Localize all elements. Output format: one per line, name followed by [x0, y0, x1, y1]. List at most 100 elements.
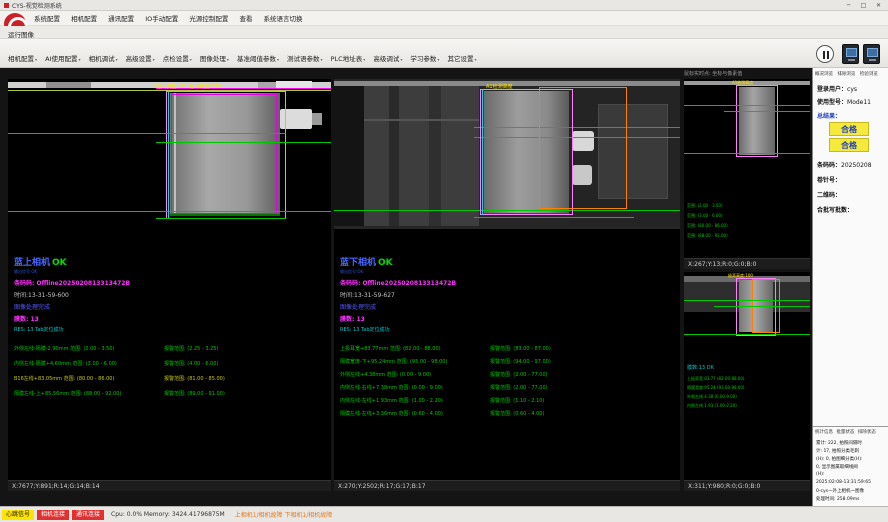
camera-view-bottom[interactable]: A1检测高度 蓝下相机OK 输出信号:OK 条码码: Offline202502… — [334, 79, 680, 491]
camera-result-block: 蓝上相机OK 输出信号:OK 条码码: Offline2025020813313… — [14, 255, 329, 405]
toolbar-item-spot-check[interactable]: 点检设置 — [163, 55, 192, 63]
menu-item-language-switch[interactable]: 系统语言切换 — [264, 15, 303, 23]
stats-tab-statistics[interactable]: 统计信息 — [815, 430, 833, 435]
login-user-label: 登录用户： — [817, 86, 847, 93]
alarm-range: 报警范围: (2.25 - 3.25) — [164, 345, 218, 352]
app-icon — [4, 3, 9, 8]
measurement-row: 隔膜左线-上+85.56mm 范围: (88.00 - 92.00)报警范围: … — [14, 390, 329, 397]
cpu-memory-readout: Cpu: 0.0% Memory: 3424.41796875M — [111, 511, 225, 518]
roi-box-pink — [736, 85, 778, 157]
machinery-stripe — [429, 86, 441, 226]
toolbar: 相机配置 AI使用配置 相机调试 高级设置 点检设置 图像处理 基准阈值参数 测… — [0, 39, 888, 68]
menu-bar: 系统配置 相机配置 通讯配置 IO手动配置 光源控制配置 查看 系统语言切换 — [0, 11, 888, 26]
result-badge-1: 合格 — [829, 122, 869, 136]
camera-view-top[interactable]: N极耳高度: 93. 极耳高度:100 蓝上相机OK 输出信号:OK 条码码: … — [8, 79, 331, 491]
toolbar-item-ai-config[interactable]: AI使用配置 — [45, 55, 80, 63]
model-label: 使用型号： — [817, 99, 847, 106]
measurement-value: 内侧左线-左线+1.93mm 范围: (1.00 - 2.20) — [340, 397, 490, 404]
stats-tab-batch-status[interactable]: 批量状态 — [836, 430, 854, 435]
measure-line: 隔膜宽度 95.24 (93.00-98.00) — [687, 385, 744, 391]
toolbar-item-camera-config[interactable]: 相机配置 — [8, 55, 37, 63]
measure-line: 范围: (2.00 - 3.50) — [687, 203, 723, 209]
panel-tab-exclude[interactable]: 排除浏览 — [837, 72, 855, 77]
toolbar-item-advanced-settings[interactable]: 高级设置 — [126, 55, 155, 63]
camera-connection-badge: 相机连接 — [37, 510, 69, 520]
connector-tip — [312, 113, 322, 125]
menu-item-light-control[interactable]: 光源控制配置 — [189, 15, 228, 23]
barcode-value: 20250208 — [841, 162, 872, 169]
measurement-value: B16左线+83.05mm 范围: (80.00 - 86.00) — [14, 375, 164, 382]
stat-line: 累计: 222, 拍照间隔时 — [816, 440, 862, 446]
login-user-value: cys — [847, 86, 857, 93]
measurement-value: 隔膜左线-上+85.56mm 范围: (88.00 - 92.00) — [14, 390, 164, 397]
tab-row: 运行图像 — [0, 26, 888, 39]
menu-item-camera-config[interactable]: 相机配置 — [71, 15, 97, 23]
maximize-button[interactable]: □ — [856, 0, 871, 11]
total-result-label: 总结果： — [817, 111, 841, 120]
panel-tab-inspect[interactable]: 检验浏览 — [860, 72, 878, 77]
overlay-line-cyan — [482, 89, 483, 215]
barcode-line: 条码码: Offline2025020813313472B — [340, 278, 678, 287]
measurement-row: 内侧左线-左线+1.93mm 范围: (1.00 - 2.20)报警范围: (1… — [340, 397, 678, 404]
toolbar-item-baseline-threshold[interactable]: 基准阈值参数 — [237, 55, 279, 63]
image-dark-band — [334, 86, 364, 226]
menu-item-io-manual[interactable]: IO手动配置 — [145, 15, 178, 23]
batch-write-label: 合批写批数： — [817, 205, 853, 214]
stats-tab-exclude-status[interactable]: 排除状态 — [858, 430, 876, 435]
overlay-line-green — [8, 211, 331, 212]
alarm-range: 报警范围: (2.00 - 77.00) — [490, 371, 548, 378]
tab-run-image[interactable]: 运行图像 — [8, 29, 34, 39]
heartbeat-badge: 心跳信号 — [2, 510, 34, 520]
toolbar-item-plc-address[interactable]: PLC地址表 — [331, 55, 366, 63]
mouse-coords-readout: X:267;Y:13;R:0;G:0;B:0 — [684, 258, 810, 269]
pause-button[interactable] — [816, 45, 834, 63]
alarm-range: 报警范围: (94.00 - 97.00) — [490, 358, 551, 365]
minimize-button[interactable]: ─ — [841, 0, 856, 11]
toolbar-item-test-params[interactable]: 测试语参数 — [287, 55, 323, 63]
overlay-line-green — [474, 217, 634, 218]
camera-1-icon[interactable] — [842, 44, 859, 64]
toolbar-item-camera-debug[interactable]: 相机调试 — [89, 55, 118, 63]
result-badge-2: 合格 — [829, 138, 869, 152]
toolbar-item-image-processing[interactable]: 图像处理 — [200, 55, 229, 63]
film-count-line: 膜数: 13 — [340, 314, 678, 323]
thumbnail-view-top[interactable]: A1检测高度 范围: (2.00 - 3.50) 范围: (3.00 - 6.0… — [684, 79, 810, 269]
menu-item-view[interactable]: 查看 — [239, 15, 252, 23]
measurement-row: 内侧左线-隔膜+4.60mm 范围: (3.00 - 6.00)报警范围: (4… — [14, 360, 329, 367]
model-row: 使用型号：Mode11 — [817, 97, 871, 106]
measurement-value: 外侧左线+4.38mm 范围: (0.00 - 9.00) — [340, 371, 490, 378]
process-line: 图像处理完成 — [14, 302, 329, 311]
time-line: 时间:13-31-59-600 — [14, 290, 329, 299]
info-panel: 概况浏览 排除浏览 检验浏览 登录用户：cys 使用型号：Mode11 总结果：… — [812, 68, 888, 506]
overlay-line-green — [684, 334, 810, 335]
measurement-row: 隔膜宽度-下+95.24mm 范围: (93.00 - 98.00)报警范围: … — [340, 358, 678, 365]
alarm-range: 报警范围: (1.10 - 2.10) — [490, 397, 544, 404]
overlay-line-green — [684, 105, 810, 106]
toolbar-item-learn-params[interactable]: 学习参数 — [410, 55, 439, 63]
measure-line: 外侧左线 4.38 (0.00-9.00) — [687, 394, 737, 400]
machinery-band — [364, 86, 479, 226]
toolbar-item-other-settings[interactable]: 其它设置 — [448, 55, 477, 63]
overlay-title: 极耳高度:100 — [728, 273, 753, 279]
menu-item-comm-config[interactable]: 通讯配置 — [108, 15, 134, 23]
thumbnail-view-bottom[interactable]: 极耳高度:100 膜数:13 OK 上极耳宽 83.77 (82.00-88.0… — [684, 272, 810, 491]
stat-line: 0-cys一外上相机一图像 — [816, 488, 864, 494]
measure-line: 上极耳宽 83.77 (82.00-88.00) — [687, 376, 744, 382]
menu-item-system-config[interactable]: 系统配置 — [34, 15, 60, 23]
camera-2-icon[interactable] — [863, 44, 880, 64]
panel-tab-overview[interactable]: 概况浏览 — [815, 72, 833, 77]
measurement-value: 外侧左线-隔膜-2.90mm 范围: (2.00 - 3.50) — [14, 345, 164, 352]
stat-line: 计: 17, 拍照分类毛刺 — [816, 448, 859, 454]
mouse-pixel-header: 鼠标实时点: 坐标与像素值 — [684, 70, 810, 77]
result-ok-line: 膜数:13 OK — [687, 364, 714, 371]
toolbar-item-advanced-debug[interactable]: 高级调试 — [373, 55, 402, 63]
close-button[interactable]: ✕ — [871, 0, 886, 11]
mouse-coords-readout: X:270;Y:2502;R:17;G:17;B:17 — [334, 480, 680, 491]
output-signal: 输出信号:OK — [14, 269, 329, 275]
stat-line: (H): — [816, 472, 824, 477]
result-line: RES: 13 Tab定位成功 — [14, 326, 329, 333]
measurement-row: B16左线+83.05mm 范围: (80.00 - 86.00)报警范围: (… — [14, 375, 329, 382]
window-title: CYS-视觉检测系统 — [12, 1, 62, 10]
overlay-line-green — [714, 306, 810, 307]
overlay-line-darkgreen — [170, 214, 280, 216]
